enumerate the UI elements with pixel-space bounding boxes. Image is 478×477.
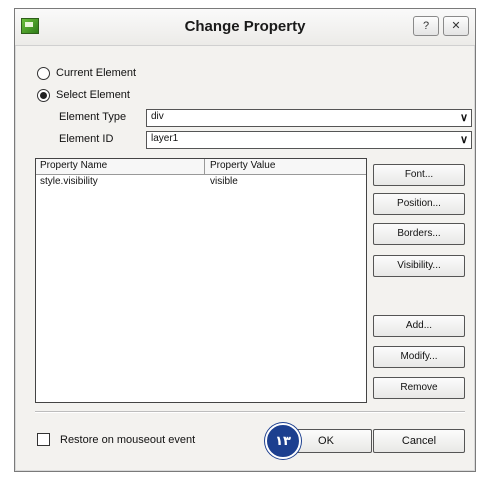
modify-button[interactable]: Modify... <box>373 346 465 368</box>
font-button[interactable]: Font... <box>373 164 465 186</box>
step-badge: ۱۳ <box>265 423 301 459</box>
close-button[interactable]: ✕ <box>443 16 469 36</box>
restore-label: Restore on mouseout event <box>60 433 196 446</box>
remove-button[interactable]: Remove <box>373 377 465 399</box>
chevron-down-icon: ∨ <box>459 134 468 146</box>
select-element-label: Select Element <box>56 89 130 101</box>
title-bar: Change Property ? ✕ <box>15 9 475 46</box>
footer-divider <box>35 411 465 413</box>
column-header-property-name[interactable]: Property Name <box>40 160 107 171</box>
change-property-dialog: Change Property ? ✕ Current Element Sele… <box>14 8 476 472</box>
cancel-button[interactable]: Cancel <box>373 429 465 453</box>
dialog-title: Change Property <box>184 18 306 35</box>
add-button[interactable]: Add... <box>373 315 465 337</box>
current-element-radio[interactable] <box>37 66 50 80</box>
chevron-down-icon: ∨ <box>459 112 468 124</box>
current-element-label: Current Element <box>56 67 137 79</box>
restore-checkbox[interactable] <box>37 433 50 446</box>
select-element-radio[interactable] <box>37 88 50 102</box>
element-id-select[interactable]: layer1 ∨ <box>146 131 472 149</box>
position-button[interactable]: Position... <box>373 193 465 215</box>
column-divider[interactable] <box>204 159 205 174</box>
list-item[interactable]: style.visibility visible <box>36 175 366 189</box>
property-list[interactable]: Property Name Property Value style.visib… <box>35 158 367 403</box>
property-value-cell: visible <box>210 176 238 187</box>
restore-option[interactable]: Restore on mouseout event <box>37 433 195 446</box>
element-type-label: Element Type <box>59 111 127 123</box>
element-type-value: div <box>151 111 164 122</box>
list-header: Property Name Property Value <box>36 159 366 175</box>
borders-button[interactable]: Borders... <box>373 223 465 245</box>
column-header-property-value[interactable]: Property Value <box>210 160 275 171</box>
visibility-button[interactable]: Visibility... <box>373 255 465 277</box>
current-element-option[interactable]: Current Element <box>37 65 136 81</box>
element-id-value: layer1 <box>151 133 179 144</box>
property-name-cell: style.visibility <box>40 176 98 187</box>
element-id-label: Element ID <box>59 133 114 145</box>
help-button[interactable]: ? <box>413 16 439 36</box>
select-element-option[interactable]: Select Element <box>37 87 130 103</box>
element-type-select[interactable]: div ∨ <box>146 109 472 127</box>
